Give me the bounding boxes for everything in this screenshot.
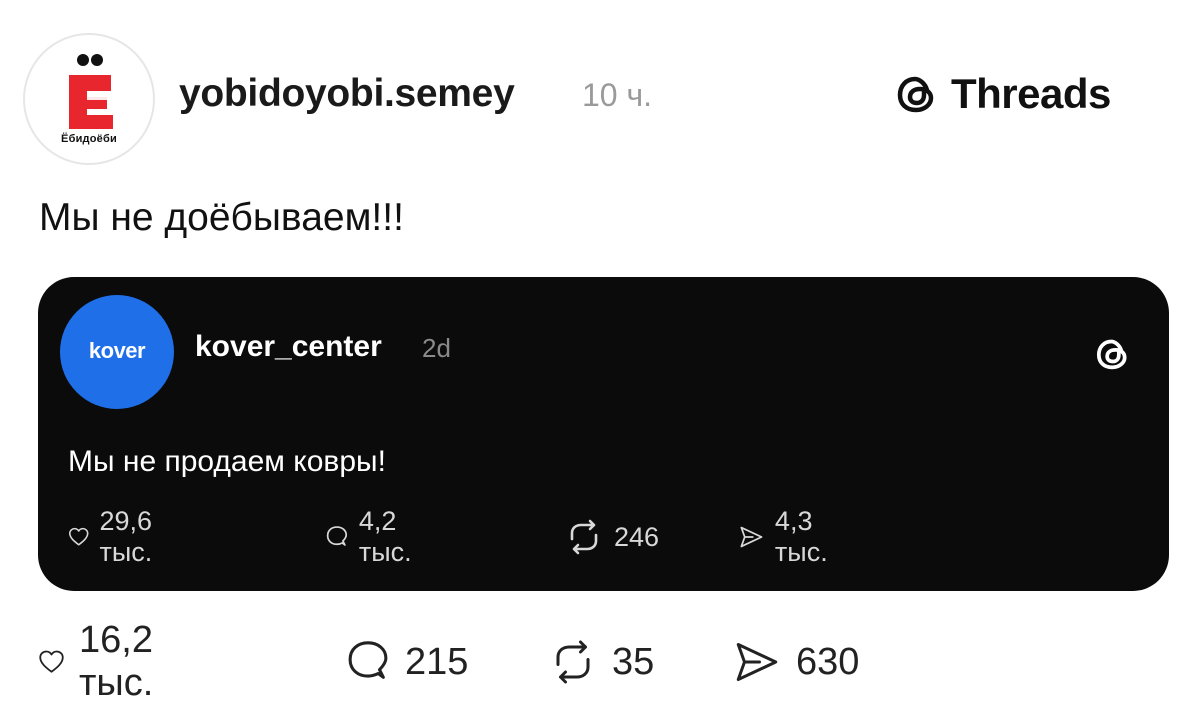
repost-icon (570, 519, 598, 555)
share-button[interactable]: 630 (732, 638, 859, 686)
avatar-brand-text: Ёбидоёби (61, 133, 117, 145)
threads-icon[interactable] (1093, 334, 1133, 374)
share-icon (736, 643, 778, 681)
heart-icon (69, 527, 89, 546)
like-count: 16,2 тыс. (79, 619, 154, 704)
kover-logo-text: kover (88, 338, 146, 363)
post-text: Мы не доёбываем!!! (39, 196, 404, 239)
quoted-username[interactable]: kover_center (195, 330, 382, 364)
quoted-comment-count: 4,2 тыс. (358, 506, 412, 567)
comment-count: 215 (405, 640, 469, 683)
quoted-post-card[interactable]: kover kover_center 2d Мы не продаем ковр… (38, 277, 1169, 591)
repost-icon (556, 640, 590, 684)
quoted-text: Мы не продаем ковры! (68, 445, 386, 478)
repost-count: 35 (612, 640, 655, 683)
username[interactable]: yobidoyobi.semey (179, 72, 515, 116)
heart-icon (39, 650, 64, 673)
quoted-share-count: 4,3 тыс. (774, 506, 828, 567)
share-icon (740, 526, 763, 548)
threads-label: Threads (951, 70, 1111, 117)
threads-icon (897, 76, 934, 113)
quoted-share-button[interactable]: 4,3 тыс. (738, 506, 841, 567)
threads-brand: Threads (893, 70, 1111, 118)
kover-avatar[interactable]: kover (60, 295, 174, 409)
share-count: 630 (796, 640, 860, 683)
quoted-repost-button[interactable]: 246 (564, 517, 659, 557)
quoted-time: 2d (422, 333, 451, 363)
comment-icon (348, 641, 388, 679)
like-button[interactable]: 16,2 тыс. (38, 619, 172, 704)
quoted-comment-button[interactable]: 4,2 тыс. (325, 506, 424, 567)
post-time: 10 ч. (582, 77, 653, 113)
comment-icon (326, 526, 348, 546)
comment-button[interactable]: 215 (345, 638, 468, 686)
repost-button[interactable]: 35 (548, 638, 654, 686)
quoted-like-button[interactable]: 29,6 тыс. (68, 506, 167, 567)
quoted-repost-count: 246 (614, 521, 660, 552)
quoted-like-count: 29,6 тыс. (99, 506, 153, 567)
profile-avatar[interactable]: Ёбидоёби (23, 33, 155, 165)
